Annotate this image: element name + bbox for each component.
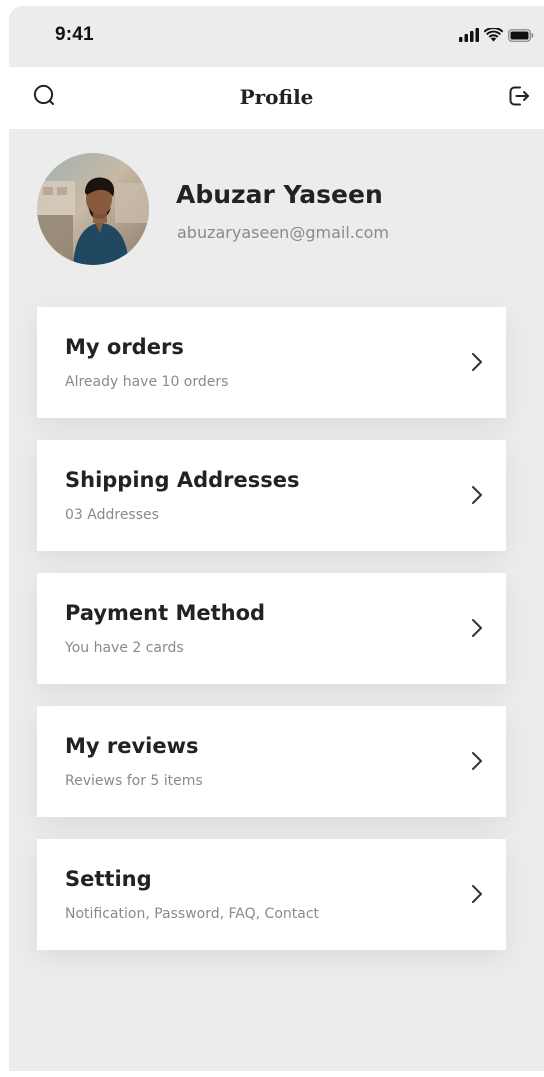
menu-item-shipping-addresses[interactable]: Shipping Addresses 03 Addresses xyxy=(37,440,506,551)
avatar[interactable] xyxy=(37,153,149,265)
user-email: abuzaryaseen@gmail.com xyxy=(177,223,390,242)
user-name: Abuzar Yaseen xyxy=(176,180,383,209)
menu-item-title: My orders xyxy=(65,335,184,359)
chevron-right-icon xyxy=(470,617,484,639)
navigation-bar: Profile xyxy=(9,67,544,129)
menu-item-setting[interactable]: Setting Notification, Password, FAQ, Con… xyxy=(37,839,506,950)
chevron-right-icon xyxy=(470,484,484,506)
menu-item-payment-method[interactable]: Payment Method You have 2 cards xyxy=(37,573,506,684)
menu-item-subtitle: Reviews for 5 items xyxy=(65,773,203,789)
chevron-right-icon xyxy=(470,351,484,373)
status-icons xyxy=(459,26,534,46)
profile-header: Abuzar Yaseen abuzaryaseen@gmail.com xyxy=(37,153,517,267)
battery-icon xyxy=(508,27,534,46)
status-time: 9:41 xyxy=(55,24,94,45)
menu-item-subtitle: You have 2 cards xyxy=(65,640,184,656)
phone-screen: 9:41 Profile Abuzar Yaseen abuzaryaseen@… xyxy=(9,6,544,1071)
logout-icon xyxy=(506,83,532,113)
menu-item-my-reviews[interactable]: My reviews Reviews for 5 items xyxy=(37,706,506,817)
chevron-right-icon xyxy=(470,883,484,905)
menu-item-title: My reviews xyxy=(65,734,199,758)
page-title: Profile xyxy=(239,85,314,109)
menu-item-my-orders[interactable]: My orders Already have 10 orders xyxy=(37,307,506,418)
logout-button[interactable] xyxy=(504,83,534,113)
cellular-signal-icon xyxy=(459,27,479,46)
chevron-right-icon xyxy=(470,750,484,772)
menu-item-subtitle: Notification, Password, FAQ, Contact xyxy=(65,906,320,922)
wifi-icon xyxy=(483,26,504,46)
menu-item-subtitle: 03 Addresses xyxy=(65,507,159,523)
menu-item-title: Shipping Addresses xyxy=(65,468,300,492)
menu-item-title: Setting xyxy=(65,867,152,891)
menu-item-title: Payment Method xyxy=(65,601,266,625)
menu-item-subtitle: Already have 10 orders xyxy=(65,374,229,390)
status-bar: 9:41 xyxy=(9,6,544,67)
